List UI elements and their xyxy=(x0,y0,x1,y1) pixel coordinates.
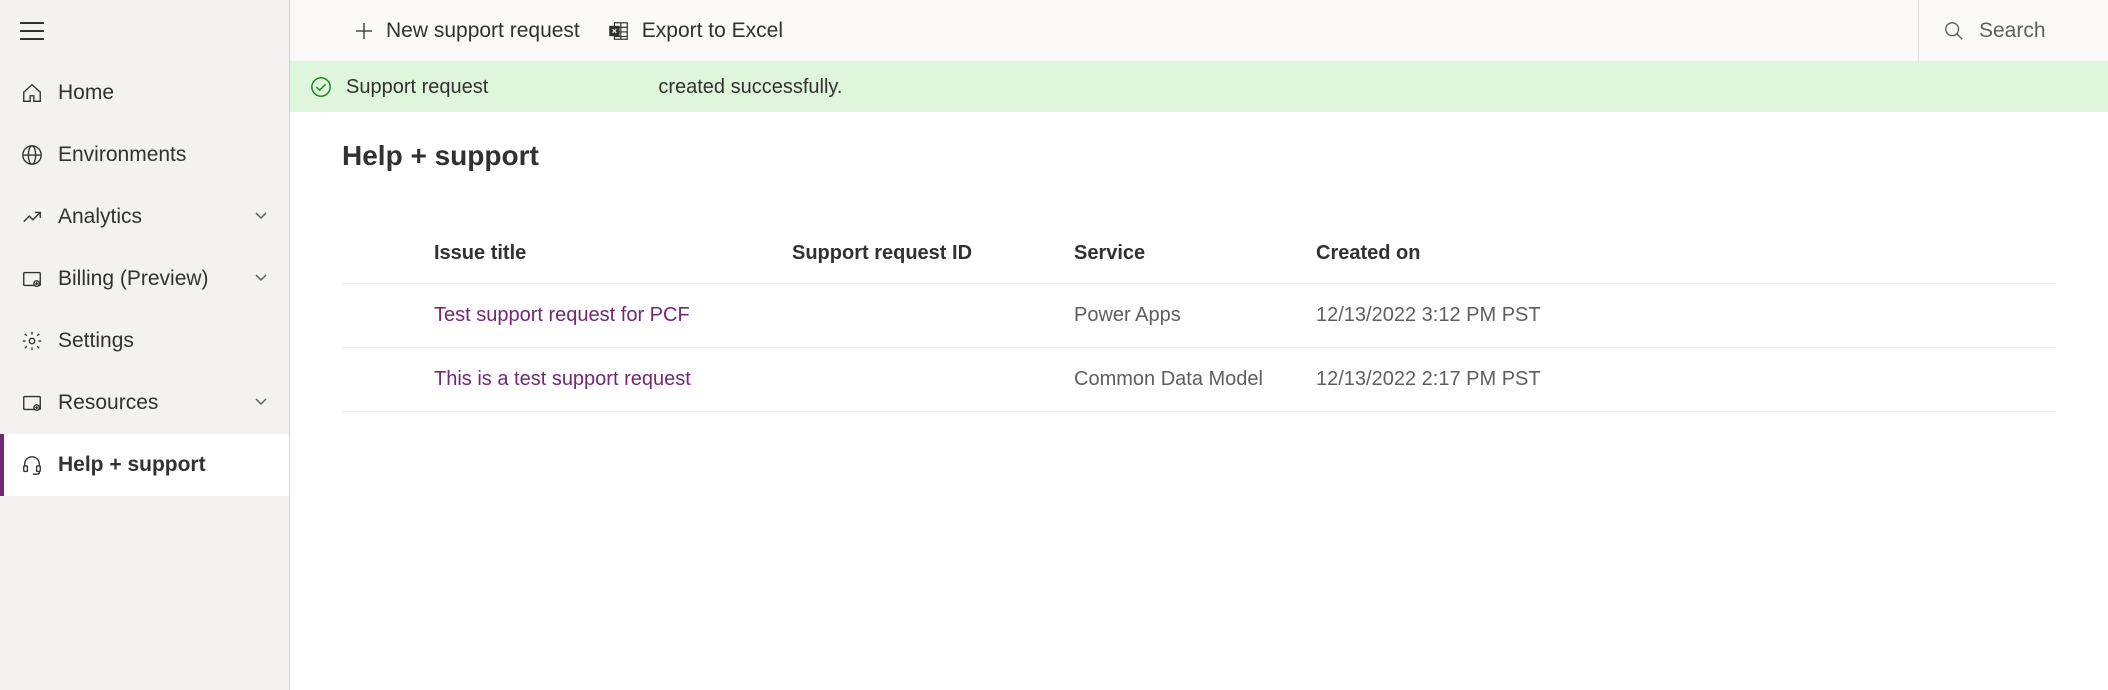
table-header-checkbox xyxy=(342,242,434,265)
sidebar-items: Home Environments Analytics xyxy=(0,62,289,496)
sidebar-item-label: Billing (Preview) xyxy=(58,267,253,291)
page-title: Help + support xyxy=(342,140,2056,172)
created-on-cell: 12/13/2022 2:17 PM PST xyxy=(1316,368,2056,391)
search-label: Search xyxy=(1979,19,2046,43)
notification-title: Support request xyxy=(346,76,488,99)
sidebar-item-billing[interactable]: Billing (Preview) xyxy=(0,248,289,310)
gear-icon xyxy=(20,329,44,353)
created-on-cell: 12/13/2022 3:12 PM PST xyxy=(1316,304,2056,327)
service-cell: Common Data Model xyxy=(1074,368,1316,391)
sidebar-item-label: Settings xyxy=(58,329,273,353)
table-header: Issue title Support request ID Service C… xyxy=(342,242,2056,284)
table-header-created-on[interactable]: Created on xyxy=(1316,242,2056,265)
success-check-icon xyxy=(310,76,332,98)
sidebar-item-help-support[interactable]: Help + support xyxy=(0,434,289,496)
table-row[interactable]: This is a test support request Common Da… xyxy=(342,348,2056,412)
toolbar-left: New support request Export to Excel xyxy=(290,0,1918,62)
plus-icon xyxy=(354,21,374,41)
sidebar-item-analytics[interactable]: Analytics xyxy=(0,186,289,248)
search-button[interactable]: Search xyxy=(1943,19,2046,43)
table-row[interactable]: Test support request for PCF Power Apps … xyxy=(342,284,2056,348)
sidebar-item-settings[interactable]: Settings xyxy=(0,310,289,372)
excel-icon xyxy=(608,20,630,42)
hamburger-icon xyxy=(20,21,44,41)
new-support-request-button[interactable]: New support request xyxy=(340,0,594,62)
table-header-issue-title[interactable]: Issue title xyxy=(434,242,792,265)
toolbar-button-label: New support request xyxy=(386,19,580,43)
toolbar: New support request Export to Excel xyxy=(290,0,2108,62)
sidebar-item-resources[interactable]: Resources xyxy=(0,372,289,434)
export-to-excel-button[interactable]: Export to Excel xyxy=(594,0,797,62)
chevron-down-icon xyxy=(253,269,273,289)
sidebar-item-label: Analytics xyxy=(58,205,253,229)
chevron-down-icon xyxy=(253,393,273,413)
analytics-icon xyxy=(20,205,44,229)
table-header-service[interactable]: Service xyxy=(1074,242,1316,265)
hamburger-button[interactable] xyxy=(0,0,289,62)
sidebar-item-label: Home xyxy=(58,81,273,105)
content: Help + support Issue title Support reque… xyxy=(290,112,2108,690)
sidebar-item-label: Environments xyxy=(58,143,273,167)
support-requests-table: Issue title Support request ID Service C… xyxy=(342,242,2056,412)
toolbar-button-label: Export to Excel xyxy=(642,19,783,43)
sidebar-item-home[interactable]: Home xyxy=(0,62,289,124)
home-icon xyxy=(20,81,44,105)
success-notification: Support request created successfully. xyxy=(290,62,2108,112)
billing-icon xyxy=(20,267,44,291)
issue-title-link[interactable]: Test support request for PCF xyxy=(434,304,792,327)
headset-icon xyxy=(20,453,44,477)
sidebar-item-environments[interactable]: Environments xyxy=(0,124,289,186)
sidebar-item-label: Resources xyxy=(58,391,253,415)
sidebar-item-label: Help + support xyxy=(58,453,273,477)
search-icon xyxy=(1943,20,1965,42)
table-header-request-id[interactable]: Support request ID xyxy=(792,242,1074,265)
main: New support request Export to Excel xyxy=(290,0,2108,690)
issue-title-link[interactable]: This is a test support request xyxy=(434,368,792,391)
service-cell: Power Apps xyxy=(1074,304,1316,327)
chevron-down-icon xyxy=(253,207,273,227)
globe-icon xyxy=(20,143,44,167)
resources-icon xyxy=(20,391,44,415)
notification-text: created successfully. xyxy=(658,76,842,99)
sidebar: Home Environments Analytics xyxy=(0,0,290,690)
search-wrap: Search xyxy=(1918,0,2108,62)
